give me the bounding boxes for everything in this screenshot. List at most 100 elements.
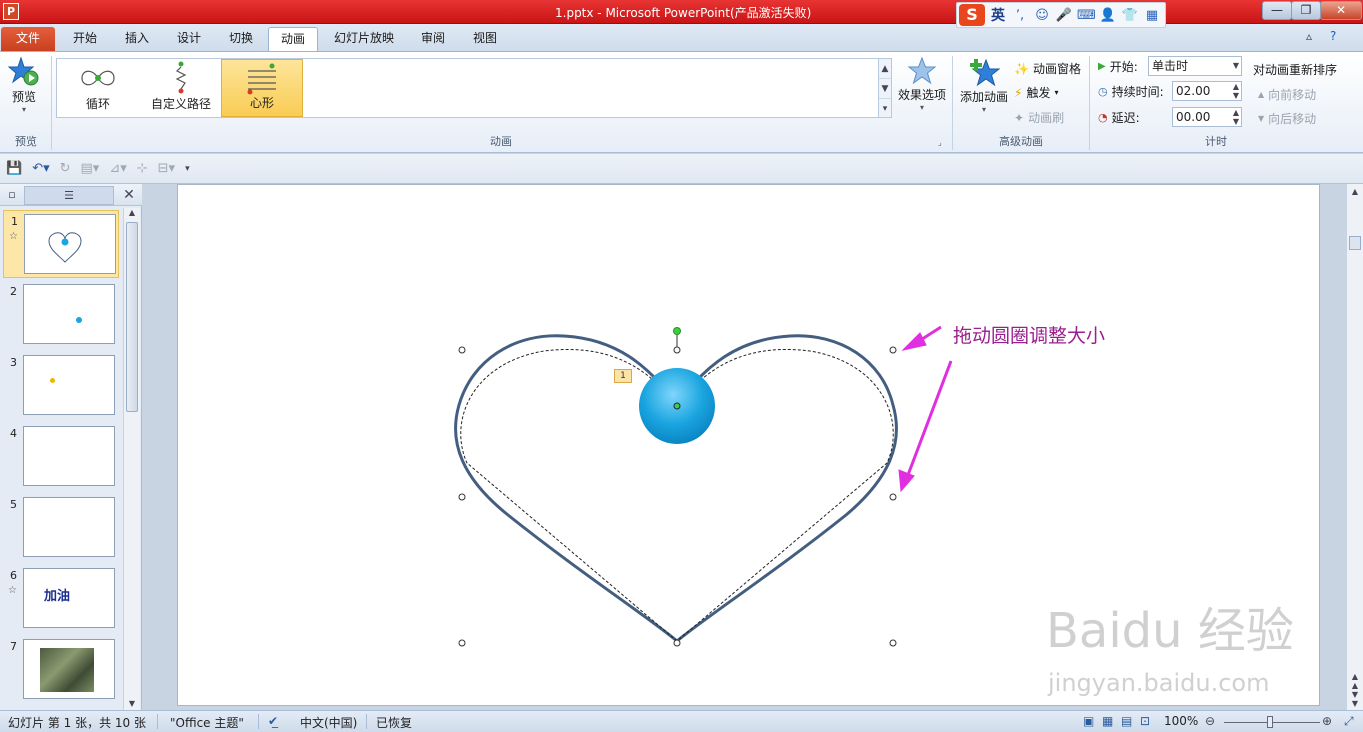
slide-thumb-3[interactable]: 3 [3,352,119,420]
slide-number: 3 [10,356,17,369]
slide-number: 5 [10,498,17,511]
animation-painter-icon: ✦ [1014,110,1025,125]
chevron-down-icon: ▼ [1232,61,1239,70]
scroll-thumb[interactable] [1349,236,1361,250]
add-animation-dropdown-icon[interactable]: ▾ [958,105,1010,114]
reading-view-icon[interactable]: ▤ [1121,714,1132,728]
slide-sorter-icon[interactable]: ▦ [1102,714,1113,728]
delay-stepper[interactable]: 00.00 ▲ ▼ [1172,107,1242,127]
sogou-logo-icon[interactable]: S [959,4,985,26]
zoom-out-icon[interactable]: ⊖ [1205,714,1215,728]
annotation-arrows [898,325,953,493]
customize-qat-icon[interactable]: ▾ [185,164,190,174]
restore-button[interactable]: ❐ [1291,1,1321,20]
tab-review[interactable]: 审阅 [408,27,458,51]
effect-options-button[interactable]: 效果选项 ▾ [896,56,948,112]
effect-options-dropdown-icon[interactable]: ▾ [896,103,948,112]
duration-stepper[interactable]: 02.00 ▲ ▼ [1172,81,1242,101]
scroll-up-icon[interactable]: ▲ [124,208,140,217]
skin-shirt-icon[interactable]: 👕 [1121,8,1139,23]
dialog-launcher-icon[interactable]: ⌟ [938,138,942,147]
keyboard-icon[interactable]: ⌨ [1077,8,1096,23]
animation-pane-button[interactable]: ✨ 动画窗格 [1014,60,1081,77]
zoom-in-icon[interactable]: ⊕ [1322,714,1332,728]
slideshow-view-icon[interactable]: ⊡ [1140,714,1150,728]
slides-tab-icon[interactable]: ▫ [2,186,22,205]
animation-painter-button[interactable]: ✦ 动画刷 [1014,109,1064,126]
tab-view[interactable]: 视图 [460,27,510,51]
slide-thumb-5[interactable]: 5 [3,494,119,562]
photo-thumbnail [40,648,94,692]
emoji-icon[interactable]: ☺ [1033,8,1051,23]
scroll-thumb[interactable] [126,222,138,412]
microphone-icon[interactable]: 🎤 [1055,8,1073,23]
redo-icon[interactable]: ↻ [60,161,71,176]
start-select[interactable]: 单击时 ▼ [1148,56,1242,76]
trigger-button[interactable]: ⚡ 触发 ▾ [1014,84,1058,101]
slide-thumb-1[interactable]: 1 ☆ [3,210,119,278]
rotate-handle [673,327,681,335]
move-earlier-button[interactable]: ▲ 向前移动 [1258,86,1316,103]
powerpoint-app-icon[interactable]: P [3,3,19,20]
scroll-down-icon[interactable]: ▼ [124,699,140,708]
punctuation-icon[interactable]: ʼ, [1011,8,1029,23]
editor-scrollbar[interactable]: ▲ ▲ ▲ ▼ ▼ [1346,184,1363,710]
slide-editor: 1 拖动圆圈调整大小 Baidu 经验 jingyan.baidu.com ▲ … [143,184,1363,710]
ime-language-toggle[interactable]: 英 [989,5,1007,25]
slide-count: 幻灯片 第 1 张，共 10 张 [8,716,146,730]
animation-heart[interactable]: 心形 [221,59,303,117]
tab-animations[interactable]: 动画 [268,27,318,51]
close-button[interactable]: ✕ [1320,1,1362,20]
minimize-button[interactable]: — [1262,1,1292,20]
minimize-ribbon-icon[interactable]: ▵ [1306,29,1312,43]
animation-loop[interactable]: 循环 [57,59,139,117]
slide-thumb-2[interactable]: 2 [3,281,119,349]
tab-slideshow[interactable]: 幻灯片放映 [322,27,406,51]
tab-insert[interactable]: 插入 [112,27,162,51]
align-icon[interactable]: ⊿▾ [109,161,126,176]
fit-to-window-icon[interactable]: ⤢ [1344,714,1354,729]
previous-slide-icon[interactable]: ▲ ▲ [1347,672,1363,690]
scroll-up-icon[interactable]: ▲ [1347,187,1363,196]
normal-view-icon[interactable]: ▣ [1083,714,1094,728]
gallery-scrollbar[interactable]: ▲ ▼ ▾ [878,58,892,118]
tab-transitions[interactable]: 切换 [216,27,266,51]
thumbnail-scrollbar[interactable]: ▲ ▼ [123,208,140,710]
gallery-up-icon[interactable]: ▲ [879,59,891,79]
gallery-down-icon[interactable]: ▼ [879,79,891,99]
user-icon[interactable]: 👤 [1099,8,1117,23]
tab-design[interactable]: 设计 [164,27,214,51]
recovered-status: 已恢复 [376,716,413,730]
zoom-slider-thumb[interactable] [1267,716,1273,728]
outline-tab-icon[interactable]: ☰ [24,186,114,205]
theme-name[interactable]: "Office 主题" [170,714,244,731]
language[interactable]: 中文(中国) [300,714,357,731]
preview-dropdown-icon[interactable]: ▾ [4,105,44,114]
spellcheck-icon[interactable]: ✔̲ [268,714,278,728]
preview-button[interactable]: 预览 ▾ [4,56,44,114]
next-slide-icon[interactable]: ▼ ▼ [1347,690,1363,708]
undo-icon[interactable]: ↶▾ [32,161,49,176]
toolbox-grid-icon[interactable]: ▦ [1143,8,1161,23]
crop-icon[interactable]: ⊹ [137,161,148,176]
add-animation-button[interactable]: 添加动画 ▾ [958,56,1010,114]
help-icon[interactable]: ? [1330,29,1336,43]
close-pane-icon[interactable]: ✕ [120,186,138,205]
tab-home[interactable]: 开始 [60,27,110,51]
reorder-title: 对动画重新排序 [1253,63,1338,77]
animation-custom-path[interactable]: 自定义路径 [139,59,223,117]
add-animation-label: 添加动画 [959,90,1008,104]
format-painter-icon[interactable]: ▤▾ [81,161,100,176]
group-label-preview: 预览 [15,135,37,148]
move-later-button[interactable]: ▼ 向后移动 [1258,110,1316,127]
slide-thumb-7[interactable]: 7 [3,636,119,704]
distribute-icon[interactable]: ⊟▾ [158,161,175,176]
zoom-level[interactable]: 100% [1164,714,1198,728]
slide-thumb-4[interactable]: 4 [3,423,119,491]
animation-order-tag[interactable]: 1 [614,369,632,383]
tab-file[interactable]: 文件 [1,27,55,51]
save-icon[interactable]: 💾 [6,161,22,176]
slide-canvas[interactable]: 1 拖动圆圈调整大小 Baidu 经验 jingyan.baidu.com [177,184,1320,706]
slide-thumb-6[interactable]: 6 ☆ 加油 [3,565,119,633]
gallery-more-icon[interactable]: ▾ [879,99,891,119]
